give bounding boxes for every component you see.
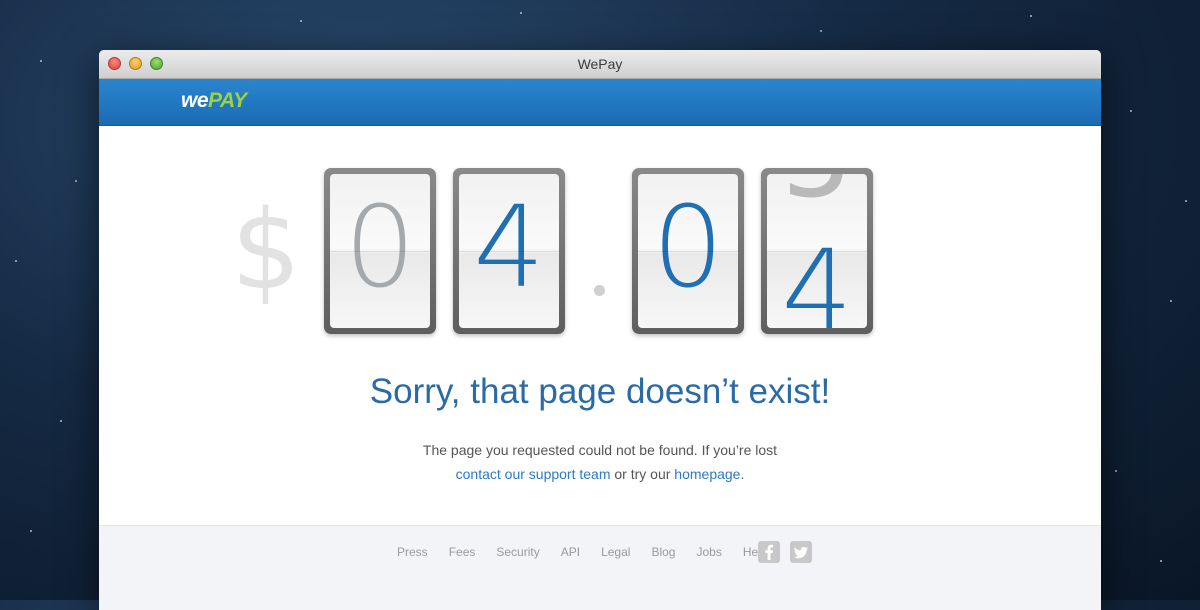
digit-card-1: 0 — [324, 168, 436, 334]
logo-we: we — [181, 89, 209, 112]
title-bar: WePay — [99, 50, 1101, 79]
digit-3: 0 — [652, 183, 724, 313]
window-title: WePay — [577, 56, 623, 72]
twitter-icon[interactable] — [790, 541, 812, 563]
message-end: . — [740, 466, 745, 482]
footer-link-security[interactable]: Security — [496, 545, 539, 559]
facebook-icon[interactable] — [758, 541, 780, 563]
digit-2: 4 — [473, 183, 545, 313]
footer-link-jobs[interactable]: Jobs — [696, 545, 721, 559]
error-headline: Sorry, that page doesn’t exist! — [369, 372, 831, 411]
footer-link-blog[interactable]: Blog — [651, 545, 675, 559]
dollar-sign: $ — [231, 186, 301, 314]
footer-nav: Press Fees Security API Legal Blog Jobs … — [397, 545, 768, 559]
wepay-logo[interactable]: wePAY — [181, 89, 247, 113]
rolling-digit-ghost: 5 — [767, 174, 867, 214]
footer-link-press[interactable]: Press — [397, 545, 428, 559]
support-link[interactable]: contact our support team — [456, 466, 611, 482]
error-counter: $ 0 4 0 5 4 — [99, 168, 1101, 338]
message-line-2: contact our support team or try our home… — [99, 462, 1101, 486]
site-footer: Press Fees Security API Legal Blog Jobs … — [99, 525, 1101, 610]
decimal-point — [594, 285, 605, 296]
message-middle: or try our — [614, 466, 671, 482]
footer-link-fees[interactable]: Fees — [449, 545, 476, 559]
site-header: wePAY — [99, 79, 1101, 126]
logo-pay: PAY — [208, 89, 247, 112]
digit-4: 4 — [781, 227, 853, 328]
footer-link-api[interactable]: API — [561, 545, 580, 559]
digit-card-3: 0 — [632, 168, 744, 334]
error-message: The page you requested could not be foun… — [99, 438, 1101, 486]
homepage-link[interactable]: homepage — [674, 466, 740, 482]
digit-1: 0 — [344, 183, 416, 313]
message-line-1: The page you requested could not be foun… — [422, 442, 778, 458]
digit-card-4: 5 4 — [761, 168, 873, 334]
digit-card-2: 4 — [453, 168, 565, 334]
browser-window: WePay wePAY $ 0 4 0 5 4 Sorry, that page… — [99, 50, 1101, 610]
footer-link-legal[interactable]: Legal — [601, 545, 630, 559]
